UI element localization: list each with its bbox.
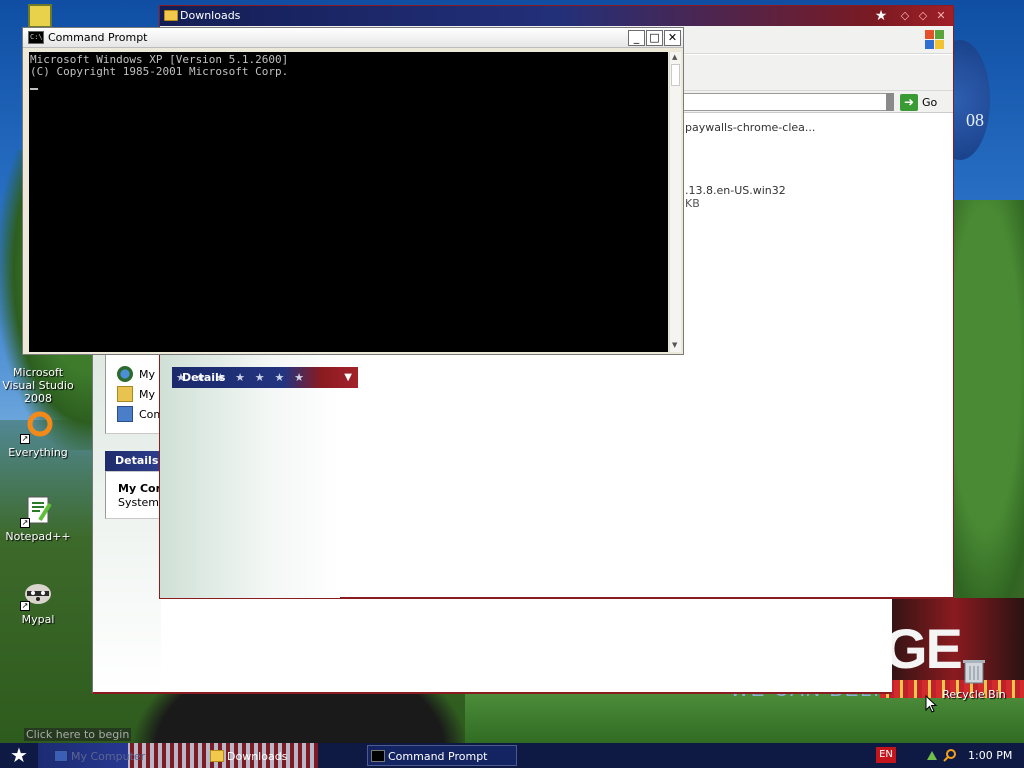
desktop-icon-label: Mypal (21, 613, 55, 626)
console-cursor-line (30, 83, 668, 95)
details-label: Details (182, 371, 226, 384)
maximize-button[interactable]: □ (646, 30, 663, 46)
link-control-panel[interactable]: Com (117, 406, 164, 422)
text-cursor (30, 88, 38, 90)
star-icon: ★ (874, 8, 888, 24)
close-button[interactable]: ✕ (664, 30, 681, 46)
console-icon: C:\ (28, 31, 44, 44)
command-prompt-title: Command Prompt (48, 31, 148, 44)
task-command-prompt[interactable]: Command Prompt (367, 745, 517, 766)
command-prompt-window: C:\ Command Prompt _ □ ✕ Microsoft Windo… (22, 27, 684, 355)
raccoon-icon: ↗ (20, 577, 54, 611)
calendar-icon (28, 4, 52, 28)
mouse-pointer-icon (925, 695, 937, 713)
task-my-computer[interactable]: My Computer (50, 745, 146, 766)
file-item[interactable]: .13.8.en-US.win32 (685, 184, 786, 197)
console-icon (371, 750, 385, 762)
task-label: Downloads (227, 750, 288, 763)
my-computer-details-panel (105, 471, 163, 519)
desktop-icon-visual-studio[interactable]: Microsoft Visual Studio 2008 (0, 366, 76, 405)
control-panel-icon (117, 406, 133, 422)
task-downloads[interactable]: Downloads (206, 745, 366, 766)
network-icon (117, 366, 133, 382)
minimize-button[interactable]: _ (628, 30, 645, 46)
desktop-icon-mypal[interactable]: ↗ Mypal (0, 577, 76, 626)
address-scrollbar[interactable] (886, 93, 894, 111)
notepad-icon: ↗ (20, 494, 54, 528)
downloads-details-header[interactable]: ★ ★ ★ ★ ★ ★ ★ ★ Details ▼ (172, 367, 358, 388)
folder-icon (210, 750, 224, 762)
console-line: (C) Copyright 1985-2001 Microsoft Corp. (30, 65, 289, 78)
details-title: My Con (118, 482, 164, 495)
taskbar: ★ My Computer Downloads Command Prompt E… (0, 743, 1024, 768)
go-button[interactable]: ➜ Go (900, 93, 937, 111)
go-label: Go (922, 95, 938, 109)
documents-icon (117, 386, 133, 402)
scroll-up-icon[interactable]: ▲ (672, 53, 677, 61)
console-output[interactable]: Microsoft Windows XP [Version 5.1.2600](… (29, 52, 668, 352)
command-prompt-titlebar[interactable]: C:\ Command Prompt _ □ ✕ (23, 28, 683, 48)
chevron-down-icon: ▼ (344, 372, 352, 383)
desktop-icon-label: Microsoft Visual Studio 2008 (2, 366, 74, 405)
desktop-icon-label: Notepad++ (5, 530, 71, 543)
clock[interactable]: 1:00 PM (968, 743, 1012, 768)
recycle-bin-icon (962, 658, 986, 684)
computer-icon (54, 750, 68, 762)
task-label: My Computer (71, 750, 146, 763)
downloads-title: Downloads (180, 9, 241, 22)
windows-logo-icon (923, 28, 945, 50)
language-indicator[interactable]: EN (876, 747, 896, 763)
my-computer-details-header[interactable]: Details (105, 451, 163, 471)
scroll-down-icon[interactable]: ▼ (672, 341, 677, 349)
task-label: Command Prompt (388, 750, 488, 763)
start-tooltip: Click here to begin (24, 728, 132, 741)
go-arrow-icon: ➜ (900, 93, 918, 111)
start-star-icon: ★ (10, 743, 28, 767)
address-input[interactable] (683, 93, 893, 111)
network-tray-icon[interactable] (925, 748, 939, 762)
search-icon[interactable] (943, 748, 957, 762)
file-size: KB (685, 197, 700, 210)
system-tray: EN 1:00 PM (870, 743, 1024, 768)
wallpaper-disc-text: 08 (966, 110, 984, 130)
scrollbar-thumb[interactable] (671, 64, 680, 86)
desktop-icon-recycle-bin[interactable]: Recycle Bin (936, 658, 1012, 701)
file-item[interactable]: paywalls-chrome-clea... (685, 121, 815, 134)
console-scrollbar[interactable]: ▲ ▼ (669, 52, 681, 352)
desktop-icon-notepadpp[interactable]: ↗ Notepad++ (0, 494, 76, 543)
downloads-titlebar[interactable]: Downloads ★ ◇ ◇ ✕ (160, 6, 953, 26)
minimize-button[interactable]: ◇ (898, 9, 912, 23)
everything-icon: ↗ (20, 410, 54, 444)
desktop-icon-label: Everything (8, 446, 68, 459)
folder-icon (164, 10, 178, 21)
desktop-icon-everything[interactable]: ↗ Everything (0, 410, 76, 459)
maximize-button[interactable]: ◇ (916, 9, 930, 23)
desktop-icon-label: Recycle Bin (942, 688, 1006, 701)
start-button[interactable]: ★ (0, 743, 38, 768)
close-button[interactable]: ✕ (934, 9, 948, 23)
